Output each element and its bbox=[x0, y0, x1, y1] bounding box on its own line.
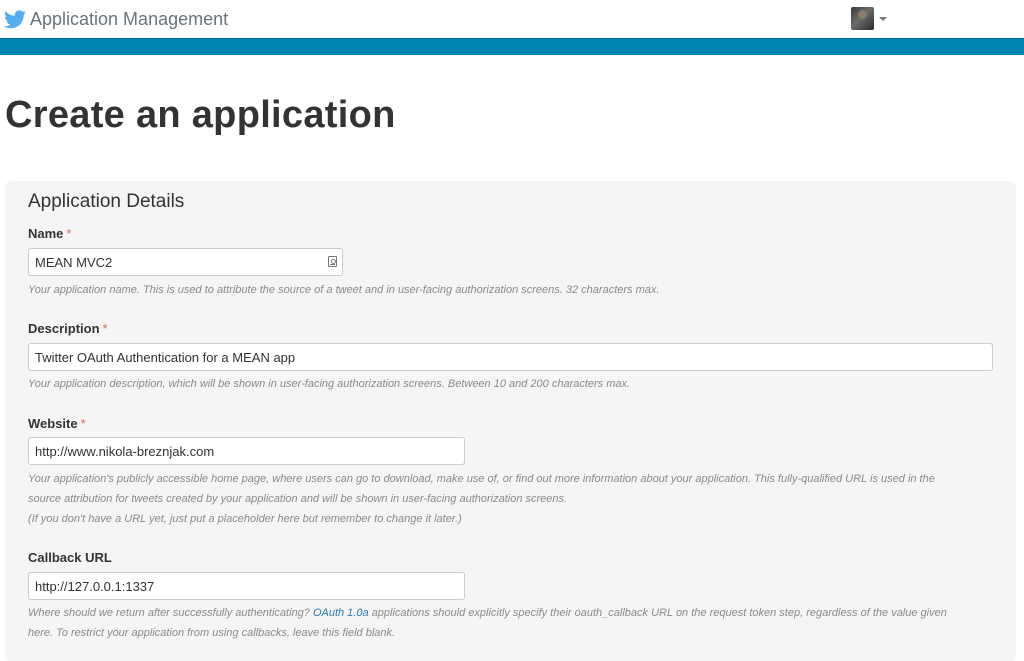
description-label: Description * bbox=[28, 321, 108, 337]
website-label: Website * bbox=[28, 416, 86, 432]
description-label-text: Description bbox=[28, 321, 100, 336]
callback-help-text-cont: applications should explicitly specify t… bbox=[368, 607, 947, 619]
name-label-text: Name bbox=[28, 226, 64, 241]
name-label: Name * bbox=[28, 226, 71, 242]
top-navigation-bar: Application Management bbox=[0, 0, 1024, 38]
website-label-text: Website bbox=[28, 416, 78, 431]
user-menu[interactable] bbox=[851, 7, 887, 30]
required-mark: * bbox=[66, 226, 72, 241]
callback-url-label: Callback URL bbox=[28, 550, 112, 566]
required-mark: * bbox=[102, 321, 108, 336]
required-mark: * bbox=[80, 416, 86, 431]
twitter-bird-icon bbox=[4, 9, 26, 29]
caret-down-icon bbox=[879, 16, 887, 21]
callback-url-label-text: Callback URL bbox=[28, 550, 112, 565]
name-field-wrapper bbox=[28, 248, 343, 276]
website-help-line-2: source attribution for tweets created by… bbox=[28, 493, 568, 505]
page-title: Create an application bbox=[5, 94, 396, 136]
header-accent-bar bbox=[0, 38, 1024, 55]
oauth-link[interactable]: OAuth 1.0a bbox=[313, 607, 369, 619]
callback-help-text: Where should we return after successfull… bbox=[28, 607, 313, 619]
name-help-text: Your application name. This is used to a… bbox=[28, 284, 660, 296]
avatar[interactable] bbox=[851, 7, 874, 30]
brand[interactable]: Application Management bbox=[4, 7, 228, 31]
callback-help-line-2: here. To restrict your application from … bbox=[28, 627, 396, 639]
website-help-line-3: (If you don't have a URL yet, just put a… bbox=[28, 513, 462, 525]
callback-url-input[interactable] bbox=[28, 572, 465, 600]
contact-card-icon[interactable] bbox=[328, 256, 337, 267]
description-input[interactable] bbox=[28, 343, 993, 371]
website-input[interactable] bbox=[28, 437, 465, 465]
website-help-line-1: Your application's publicly accessible h… bbox=[28, 473, 935, 485]
callback-help-line-1: Where should we return after successfull… bbox=[28, 603, 947, 623]
section-title: Application Details bbox=[28, 191, 185, 212]
name-input[interactable] bbox=[28, 248, 343, 276]
description-help-text: Your application description, which will… bbox=[28, 378, 631, 390]
application-details-panel: Application Details Name* Your applicati… bbox=[5, 181, 1016, 661]
app-title: Application Management bbox=[30, 9, 229, 29]
